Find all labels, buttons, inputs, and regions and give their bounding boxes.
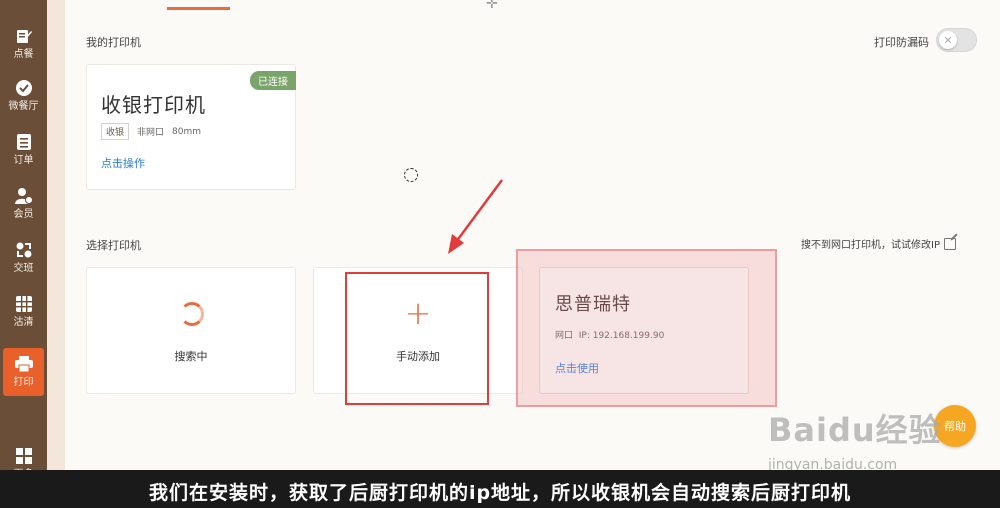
sidebar-item-label: 点餐 — [13, 49, 34, 60]
edit-ip-link[interactable]: 搜不到网口打印机，试试修改IP — [801, 236, 956, 251]
shift-icon — [15, 241, 33, 259]
sidebar-item-label: 订单 — [13, 155, 34, 166]
printer-icon — [14, 355, 33, 373]
sidebar-item-orders[interactable]: 订单 — [0, 124, 47, 176]
status-badge: 已连接 — [250, 71, 296, 90]
edit-icon — [943, 237, 956, 250]
searching-label: 搜索中 — [174, 350, 208, 363]
printer-port: 非网口 — [137, 128, 165, 138]
grid-icon — [15, 295, 33, 313]
sidebar-item-label: 打印 — [13, 377, 34, 388]
sidebar-item-label: 微餐厅 — [8, 101, 39, 112]
cashier-printer-card[interactable]: 已连接 收银打印机 收银 非网口 80mm 点击操作 — [86, 64, 296, 190]
printer-type-tag: 收银 — [101, 123, 130, 140]
operate-link[interactable]: 点击操作 — [101, 155, 145, 171]
sidebar-item-label: 会员 — [13, 209, 34, 220]
sidebar-item-order[interactable]: 点餐 — [0, 18, 47, 70]
sidebar-item-shift[interactable]: 交班 — [0, 232, 47, 284]
sidebar-item-micro-restaurant[interactable]: 微餐厅 — [0, 70, 47, 122]
annotation-box — [345, 272, 489, 405]
found-printer-name: 思普瑞特 — [555, 294, 631, 315]
sidebar-edge — [47, 0, 65, 508]
annotation-arrow-icon — [448, 179, 504, 254]
sidebar-item-members[interactable]: 会员 — [0, 178, 47, 230]
printer-tags: 收银 非网口 80mm — [101, 123, 209, 140]
edit-icon — [15, 27, 33, 45]
active-tab-indicator — [167, 7, 230, 10]
found-printer-port: 网口 — [555, 331, 574, 341]
list-icon — [15, 133, 33, 151]
sidebar-item-label: 沽清 — [13, 317, 34, 328]
sidebar-item-sold-out[interactable]: 沽清 — [0, 286, 47, 338]
edit-ip-label: 搜不到网口打印机，试试修改IP — [801, 240, 940, 251]
leak-proof-label: 打印防漏码 — [874, 36, 929, 49]
select-printers-title: 选择打印机 — [86, 239, 141, 252]
apps-icon — [15, 447, 33, 465]
cursor-icon — [404, 168, 418, 182]
video-subtitle: 我们在安装时，获取了后厨打印机的ip地址，所以收银机会自动搜索后厨打印机 — [148, 482, 852, 504]
leak-proof-toggle[interactable]: ✕ — [936, 28, 977, 52]
check-circle-icon — [15, 79, 33, 97]
searching-card[interactable]: 搜索中 — [86, 267, 296, 394]
printer-name: 收银打印机 — [101, 93, 206, 117]
found-printer-meta: 网口 IP: 192.168.199.90 — [555, 328, 664, 341]
member-icon — [14, 187, 33, 205]
sidebar-item-print[interactable]: 打印 — [3, 348, 44, 396]
close-icon: ✕ — [939, 31, 957, 49]
loading-spinner-icon — [180, 302, 204, 326]
sidebar: 点餐 微餐厅 订单 会员 交班 沽清 打印 — [0, 0, 47, 508]
found-printer-ip: IP: 192.168.199.90 — [578, 331, 665, 341]
baidu-watermark: Baidu经验 jingyan.baidu.com — [768, 405, 942, 473]
found-printer-card[interactable]: 思普瑞特 网口 IP: 192.168.199.90 点击使用 — [539, 267, 749, 394]
sidebar-item-label: 交班 — [13, 263, 34, 274]
printer-paper-size: 80mm — [172, 126, 202, 137]
watermark-logo: Baidu经验 — [768, 411, 942, 449]
my-printers-title: 我的打印机 — [86, 36, 141, 49]
use-printer-link[interactable]: 点击使用 — [555, 360, 599, 376]
crosshair-icon: ✛ — [486, 0, 498, 12]
